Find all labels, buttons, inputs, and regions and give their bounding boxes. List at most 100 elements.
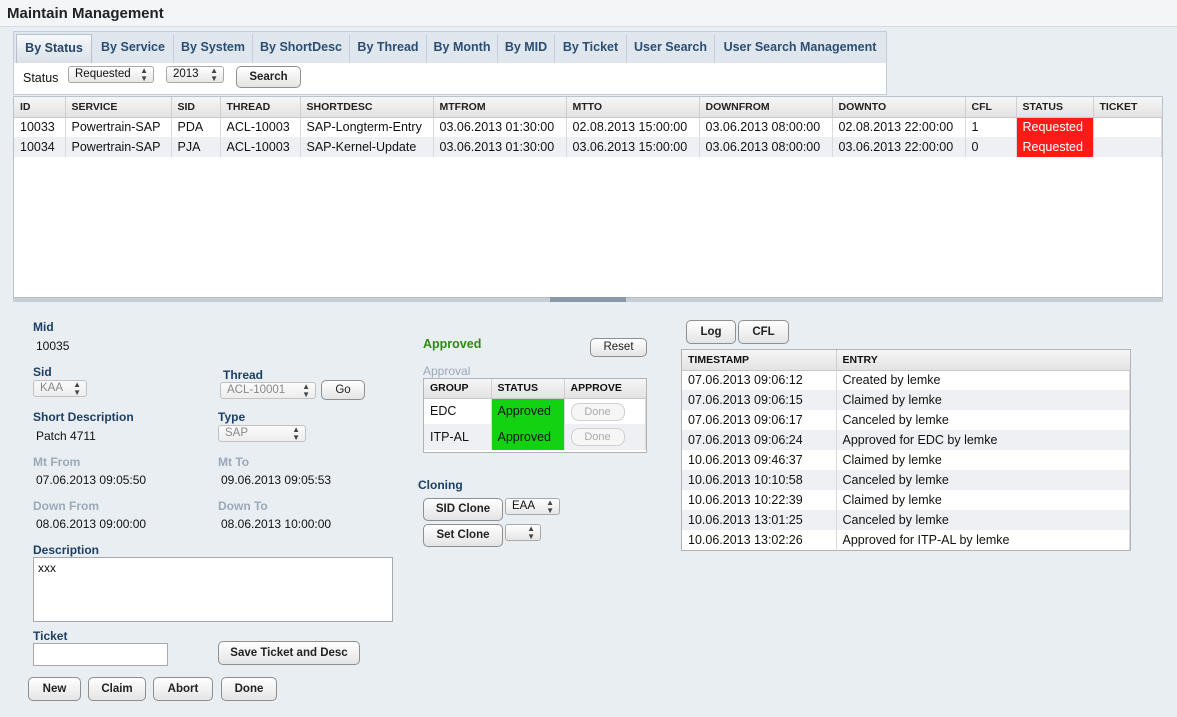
description-textarea[interactable]: xxx	[33, 557, 393, 622]
cell-status: Approved	[491, 424, 565, 450]
column-header-mtto[interactable]: MTTO	[566, 97, 700, 118]
down-to-label: Down To	[218, 499, 268, 513]
cell-approve: Done	[564, 424, 646, 450]
column-header-id[interactable]: ID	[14, 97, 66, 118]
cell-sid: PDA	[171, 117, 221, 137]
title-bar: Maintain Management	[0, 0, 1177, 27]
log-row: 10.06.2013 13:02:26 Approved for ITP-AL …	[682, 530, 1130, 550]
log-row: 10.06.2013 09:46:37 Claimed by lemke	[682, 450, 1130, 470]
column-header-mtfrom[interactable]: MTFROM	[433, 97, 567, 118]
column-header-cfl[interactable]: CFL	[965, 97, 1017, 118]
tab-user-search-management[interactable]: User Search Management	[715, 34, 885, 63]
cell-downto: 03.06.2013 22:00:00	[832, 137, 966, 157]
updown-icon: ▲ ▼	[302, 382, 310, 399]
column-header-thread[interactable]: THREAD	[220, 97, 301, 118]
column-header-downfrom[interactable]: DOWNFROM	[699, 97, 833, 118]
thread-select[interactable]: ACL-10001 ▲ ▼	[220, 382, 316, 399]
tab-by-month[interactable]: By Month	[427, 34, 498, 63]
table-row[interactable]: 10034 Powertrain-SAP PJA ACL-10003 SAP-K…	[14, 137, 1162, 157]
status-filter-label: Status	[23, 71, 59, 85]
tab-by-status[interactable]: By Status	[16, 34, 92, 63]
mt-from-value: 07.06.2013 09:05:50	[36, 473, 147, 487]
set-clone-button[interactable]: Set Clone	[423, 524, 503, 547]
cfl-tab-button[interactable]: CFL	[738, 320, 789, 344]
tab-by-mid[interactable]: By MID	[498, 34, 555, 63]
type-label: Type	[218, 410, 246, 424]
claim-button[interactable]: Claim	[88, 677, 146, 701]
cell-group: EDC	[424, 398, 492, 424]
tab-by-shortdesc[interactable]: By ShortDesc	[253, 34, 350, 63]
splitter-grip[interactable]	[550, 297, 626, 302]
search-button[interactable]: Search	[236, 66, 301, 88]
set-clone-select[interactable]: ▲ ▼	[505, 524, 541, 541]
column-header-group: GROUP	[424, 379, 492, 399]
log-tab-button[interactable]: Log	[686, 320, 736, 344]
log-row: 07.06.2013 09:06:24 Approved for EDC by …	[682, 430, 1130, 450]
cell-thread: ACL-10003	[220, 137, 301, 157]
cell-downfrom: 03.06.2013 08:00:00	[699, 117, 833, 137]
cell-timestamp: 07.06.2013 09:06:24	[682, 430, 837, 450]
done-button[interactable]: Done	[221, 677, 277, 701]
column-header-sid[interactable]: SID	[171, 97, 221, 118]
cell-sid: PJA	[171, 137, 221, 157]
abort-button[interactable]: Abort	[153, 677, 213, 701]
log-table: TIMESTAMP ENTRY 07.06.2013 09:06:12 Crea…	[681, 349, 1131, 551]
column-header-status[interactable]: STATUS	[1016, 97, 1094, 118]
cell-shortdesc: SAP-Kernel-Update	[300, 137, 434, 157]
tab-by-system[interactable]: By System	[174, 34, 253, 63]
column-header-service[interactable]: SERVICE	[65, 97, 172, 118]
tab-by-service[interactable]: By Service	[93, 34, 174, 63]
cell-service: Powertrain-SAP	[65, 137, 172, 157]
mt-from-label: Mt From	[33, 455, 81, 469]
page-title: Maintain Management	[7, 5, 164, 22]
column-header-downto[interactable]: DOWNTO	[832, 97, 966, 118]
panel-splitter[interactable]	[13, 297, 1163, 302]
cell-thread: ACL-10003	[220, 117, 301, 137]
cell-entry: Canceled by lemke	[836, 510, 1130, 530]
updown-icon: ▲ ▼	[210, 66, 218, 83]
reset-button[interactable]: Reset	[590, 338, 647, 357]
cell-downto: 02.08.2013 22:00:00	[832, 117, 966, 137]
status-filter-select[interactable]: Requested ▲ ▼	[68, 66, 154, 83]
ticket-input[interactable]	[33, 643, 168, 666]
approval-state-label: Approved	[423, 337, 482, 351]
column-header-entry: ENTRY	[836, 350, 1130, 371]
column-header-ticket[interactable]: TICKET	[1093, 97, 1162, 118]
cell-mtto: 02.08.2013 15:00:00	[566, 117, 700, 137]
cell-ticket	[1093, 117, 1162, 137]
go-button[interactable]: Go	[321, 380, 365, 400]
cell-entry: Claimed by lemke	[836, 490, 1130, 510]
cell-shortdesc: SAP-Longterm-Entry	[300, 117, 434, 137]
updown-icon: ▲ ▼	[292, 425, 300, 442]
sid-clone-select[interactable]: EAA ▲ ▼	[505, 498, 560, 515]
tab-by-thread[interactable]: By Thread	[350, 34, 427, 63]
table-row[interactable]: 10033 Powertrain-SAP PDA ACL-10003 SAP-L…	[14, 117, 1162, 137]
column-header-shortdesc[interactable]: SHORTDESC	[300, 97, 434, 118]
updown-icon: ▲ ▼	[527, 524, 535, 541]
maintenance-table: ID SERVICE SID THREAD SHORTDESC MTFROM M…	[13, 96, 1163, 298]
sid-clone-button[interactable]: SID Clone	[423, 498, 503, 521]
log-row: 07.06.2013 09:06:17 Canceled by lemke	[682, 410, 1130, 430]
year-filter-select[interactable]: 2013 ▲ ▼	[166, 66, 224, 83]
cell-ticket	[1093, 137, 1162, 157]
table-row: EDC Approved Done	[424, 398, 646, 424]
cell-group: ITP-AL	[424, 424, 492, 450]
new-button[interactable]: New	[28, 677, 81, 701]
tab-by-ticket[interactable]: By Ticket	[555, 34, 627, 63]
cell-entry: Canceled by lemke	[836, 470, 1130, 490]
tab-user-search[interactable]: User Search	[627, 34, 715, 63]
save-ticket-and-desc-button[interactable]: Save Ticket and Desc	[218, 641, 360, 665]
approval-section-label: Approval	[423, 364, 471, 378]
cell-cfl: 0	[965, 137, 1017, 157]
approve-done-button[interactable]: Done	[570, 428, 625, 446]
cell-timestamp: 07.06.2013 09:06:12	[682, 370, 837, 390]
mid-label: Mid	[33, 320, 54, 334]
approval-table: GROUP STATUS APPROVE EDC Approved Done I…	[423, 378, 647, 453]
sid-select[interactable]: KAA ▲ ▼	[33, 380, 87, 397]
filter-bar: Status Requested ▲ ▼ 2013 ▲ ▼ Search	[13, 63, 887, 95]
cell-mtfrom: 03.06.2013 01:30:00	[433, 137, 567, 157]
cell-status: Requested	[1016, 117, 1094, 137]
type-select[interactable]: SAP ▲ ▼	[218, 425, 306, 442]
cell-mtfrom: 03.06.2013 01:30:00	[433, 117, 567, 137]
approve-done-button[interactable]: Done	[570, 402, 625, 421]
